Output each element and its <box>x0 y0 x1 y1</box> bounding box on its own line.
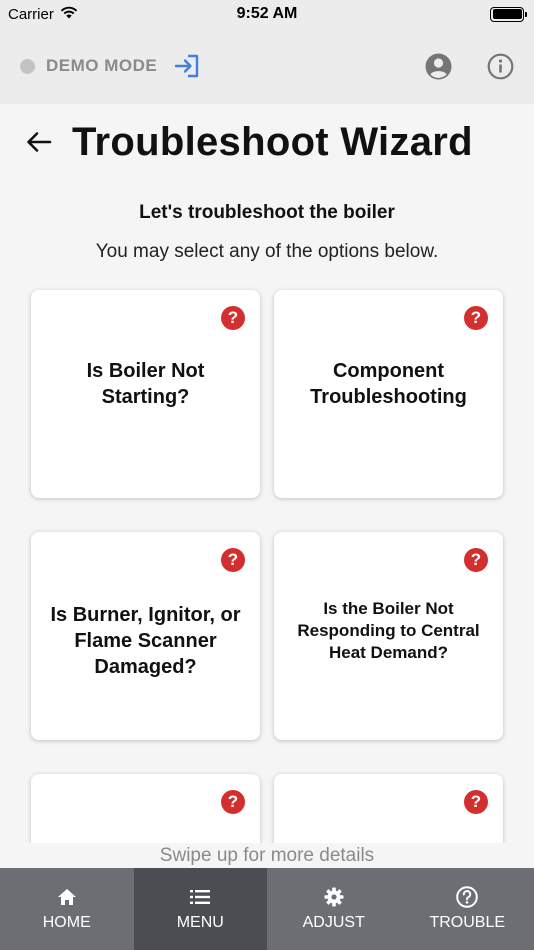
help-circle-icon <box>456 886 479 908</box>
card-label: Is the Boiler Not Responding to Central … <box>297 599 480 662</box>
option-card-burner-damaged[interactable]: ? Is Burner, Ignitor, or Flame Scanner D… <box>31 532 260 740</box>
option-card-no-heat-demand[interactable]: ? Is the Boiler Not Responding to Centra… <box>274 532 503 740</box>
back-arrow-icon[interactable] <box>24 127 54 157</box>
battery-icon <box>490 6 527 22</box>
status-left: Carrier <box>8 6 78 23</box>
wizard-subtitle: Let's troubleshoot the boiler <box>139 202 395 223</box>
option-card-5[interactable]: ? <box>31 774 260 843</box>
card-label: Is Burner, Ignitor, or Flame Scanner Dam… <box>50 604 241 678</box>
bottom-nav: HOME MENU ADJUST TROUBLE <box>0 868 534 950</box>
menu-icon <box>189 886 211 908</box>
demo-status-dot <box>20 58 35 74</box>
help-icon[interactable]: ? <box>464 548 488 572</box>
account-icon[interactable] <box>424 52 452 80</box>
nav-adjust[interactable]: ADJUST <box>267 868 401 950</box>
nav-label: HOME <box>42 914 91 931</box>
app-header: DEMO MODE <box>0 28 534 104</box>
nav-label: ADJUST <box>302 914 365 931</box>
options-grid[interactable]: ? Is Boiler Not Starting? ? Component Tr… <box>0 280 534 843</box>
nav-label: TROUBLE <box>429 914 506 931</box>
nav-trouble[interactable]: TROUBLE <box>401 868 534 950</box>
wizard-instructions: You may select any of the options below. <box>95 241 439 262</box>
carrier-label: Carrier <box>8 5 54 23</box>
status-bar: Carrier 9:52 AM <box>0 0 534 28</box>
nav-home[interactable]: HOME <box>0 868 134 950</box>
gear-icon <box>323 886 345 908</box>
help-icon[interactable]: ? <box>464 306 488 330</box>
status-time: 9:52 AM <box>236 5 298 22</box>
page-title: Troubleshoot Wizard <box>72 119 473 164</box>
help-icon[interactable]: ? <box>221 548 245 572</box>
title-row: Troubleshoot Wizard <box>0 112 534 172</box>
help-icon[interactable]: ? <box>221 790 245 814</box>
option-card-boiler-not-starting[interactable]: ? Is Boiler Not Starting? <box>31 290 260 498</box>
nav-menu[interactable]: MENU <box>133 868 267 950</box>
option-card-component-troubleshooting[interactable]: ? Component Troubleshooting <box>274 290 503 498</box>
nav-label: MENU <box>176 914 224 931</box>
card-label: Is Boiler Not Starting? <box>86 360 205 408</box>
info-icon[interactable] <box>486 52 514 80</box>
card-label: Component Troubleshooting <box>310 360 467 408</box>
swipe-hint: Swipe up for more details <box>0 843 534 868</box>
wifi-icon <box>60 6 78 23</box>
exit-icon[interactable] <box>173 52 201 80</box>
help-icon[interactable]: ? <box>221 306 245 330</box>
header-actions <box>424 52 514 80</box>
help-icon[interactable]: ? <box>464 790 488 814</box>
option-card-6[interactable]: ? <box>274 774 503 843</box>
home-icon <box>56 886 78 908</box>
demo-mode-label: DEMO MODE <box>46 56 158 75</box>
